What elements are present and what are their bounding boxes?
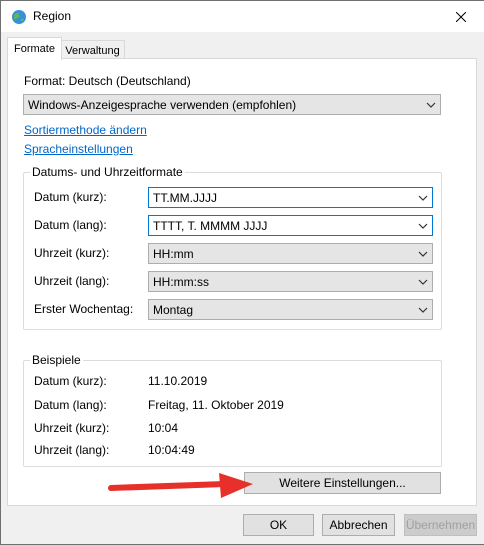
example-short-date-value: 11.10.2019	[148, 374, 208, 388]
long-time-dropdown[interactable]: HH:mm:ss	[148, 271, 433, 292]
example-long-date-label: Datum (lang):	[34, 398, 107, 412]
example-long-time-label: Uhrzeit (lang):	[34, 443, 110, 457]
chevron-down-icon	[418, 279, 428, 285]
language-settings-link[interactable]: Spracheinstellungen	[24, 142, 133, 156]
window-title: Region	[33, 9, 72, 23]
format-label: Format: Deutsch (Deutschland)	[24, 74, 191, 88]
first-weekday-label: Erster Wochentag:	[34, 302, 134, 316]
sort-method-link[interactable]: Sortiermethode ändern	[24, 123, 147, 137]
apply-button[interactable]: Übernehmen	[404, 514, 477, 536]
ok-button[interactable]: OK	[243, 514, 314, 536]
short-date-label: Datum (kurz):	[34, 190, 107, 204]
format-dropdown[interactable]: Windows-Anzeigesprache verwenden (empfoh…	[23, 94, 441, 115]
globe-icon	[12, 10, 26, 24]
long-time-label: Uhrzeit (lang):	[34, 274, 110, 288]
short-date-dropdown[interactable]: TT.MM.JJJJ	[148, 187, 433, 208]
annotation-arrow-icon	[108, 473, 253, 498]
short-date-value: TT.MM.JJJJ	[153, 191, 217, 205]
title-bar: Region	[1, 1, 484, 32]
first-weekday-value: Montag	[153, 303, 194, 317]
datetime-formats-group: Datums- und Uhrzeitformate Datum (kurz):…	[23, 165, 442, 330]
example-short-time-label: Uhrzeit (kurz):	[34, 421, 110, 435]
cancel-button[interactable]: Abbrechen	[322, 514, 395, 536]
example-long-time-value: 10:04:49	[148, 443, 195, 457]
more-settings-button[interactable]: Weitere Einstellungen...	[244, 472, 441, 494]
short-time-label: Uhrzeit (kurz):	[34, 246, 110, 260]
chevron-down-icon	[426, 102, 436, 108]
chevron-down-icon	[418, 307, 428, 313]
examples-group-title: Beispiele	[30, 353, 83, 367]
example-short-time-value: 10:04	[148, 421, 179, 435]
long-date-value: TTTT, T. MMMM JJJJ	[153, 219, 268, 233]
close-button[interactable]	[438, 1, 484, 32]
long-time-value: HH:mm:ss	[153, 275, 209, 289]
examples-group: Beispiele Datum (kurz): 11.10.2019 Datum…	[23, 353, 442, 467]
long-date-dropdown[interactable]: TTTT, T. MMMM JJJJ	[148, 215, 433, 236]
long-date-label: Datum (lang):	[34, 218, 107, 232]
example-short-date-label: Datum (kurz):	[34, 374, 107, 388]
tab-formate[interactable]: Formate	[7, 37, 62, 60]
chevron-down-icon	[418, 223, 428, 229]
formate-panel: Format: Deutsch (Deutschland) Windows-An…	[7, 58, 477, 506]
datetime-group-title: Datums- und Uhrzeitformate	[30, 165, 185, 179]
first-weekday-dropdown[interactable]: Montag	[148, 299, 433, 320]
short-time-value: HH:mm	[153, 247, 194, 261]
region-dialog: Region Formate Verwaltung Format: Deutsc…	[0, 0, 484, 545]
example-long-date-value: Freitag, 11. Oktober 2019	[148, 398, 284, 412]
format-value: Windows-Anzeigesprache verwenden (empfoh…	[28, 98, 297, 112]
chevron-down-icon	[418, 195, 428, 201]
chevron-down-icon	[418, 251, 428, 257]
short-time-dropdown[interactable]: HH:mm	[148, 243, 433, 264]
close-icon	[456, 11, 466, 22]
